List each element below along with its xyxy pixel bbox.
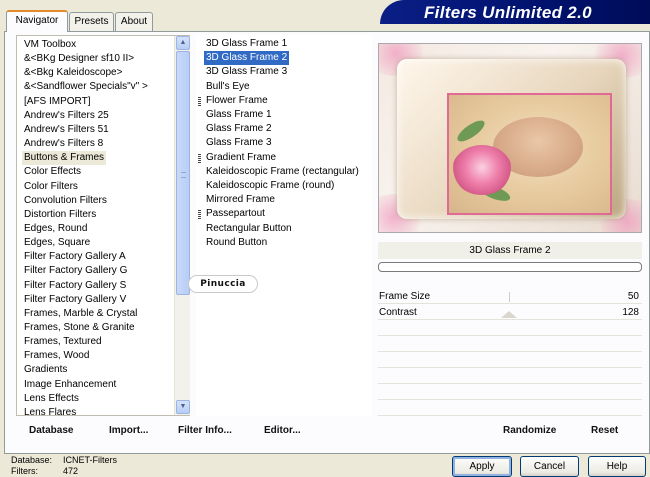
status-value: 472 [63, 466, 79, 476]
reset-button[interactable]: Reset [591, 424, 618, 438]
category-item[interactable]: Filter Factory Gallery G [22, 264, 129, 278]
param-value: 128 [622, 307, 639, 318]
preview-image [378, 43, 642, 233]
category-item[interactable]: Lens Effects [22, 392, 81, 406]
param-row-empty [378, 354, 642, 368]
param-row-empty [378, 402, 642, 416]
param-row-empty [378, 370, 642, 384]
tab-navigator[interactable]: Navigator [6, 10, 68, 32]
filter-item[interactable]: Passepartout [204, 207, 267, 221]
category-item[interactable]: Lens Flares [22, 406, 78, 420]
filter-item[interactable]: Kaleidoscopic Frame (rectangular) [204, 165, 361, 179]
parameter-area: Frame Size 50 Contrast 128 [378, 290, 642, 416]
filter-item[interactable]: Flower Frame [204, 94, 270, 108]
category-scrollbar[interactable]: ▲ ▼ [174, 36, 190, 415]
scroll-thumb[interactable] [176, 51, 190, 295]
filter-info-button[interactable]: Filter Info... [178, 424, 232, 438]
category-item[interactable]: Filter Factory Gallery S [22, 279, 128, 293]
param-frame-size[interactable]: Frame Size 50 [378, 290, 642, 304]
filter-item[interactable]: 3D Glass Frame 1 [204, 37, 289, 51]
status-label: Database: [11, 455, 53, 465]
glass-frame [397, 59, 626, 219]
slider-thumb[interactable] [501, 311, 517, 318]
param-label: Contrast [379, 307, 417, 318]
filter-list[interactable]: 3D Glass Frame 1 3D Glass Frame 2 3D Glass… [196, 35, 372, 416]
editor-button[interactable]: Editor... [264, 424, 301, 438]
param-row-empty [378, 322, 642, 336]
param-contrast[interactable]: Contrast 128 [378, 306, 642, 320]
apply-button[interactable]: Apply [452, 456, 512, 477]
category-item[interactable]: Andrew's Filters 25 [22, 109, 111, 123]
param-label: Frame Size [379, 291, 431, 302]
filter-item[interactable]: Round Button [204, 236, 269, 250]
import-button[interactable]: Import... [109, 424, 148, 438]
database-button[interactable]: Database [29, 424, 73, 438]
watermark-badge: Pinuccia [188, 275, 258, 293]
filter-item[interactable]: Kaleidoscopic Frame (round) [204, 179, 336, 193]
category-item[interactable]: Filter Factory Gallery A [22, 250, 128, 264]
category-item[interactable]: Convolution Filters [22, 194, 109, 208]
category-item[interactable]: [AFS IMPORT] [22, 95, 93, 109]
param-row-empty [378, 386, 642, 400]
category-item[interactable]: Andrew's Filters 8 [22, 137, 105, 151]
category-item[interactable]: Distortion Filters [22, 208, 98, 222]
category-item[interactable]: Color Filters [22, 180, 80, 194]
filter-item[interactable]: Mirrored Frame [204, 193, 277, 207]
category-list[interactable]: VM Toolbox &<BKg Designer sf10 II> &<Bkg K… [16, 35, 190, 418]
category-item[interactable]: &<BKg Designer sf10 II> [22, 52, 136, 66]
filter-item[interactable]: Glass Frame 3 [204, 136, 274, 150]
group-marker-icon [198, 153, 201, 163]
category-item[interactable]: Gradients [22, 363, 69, 377]
filter-item[interactable]: 3D Glass Frame 3 [204, 65, 289, 79]
param-row-empty [378, 338, 642, 352]
preview-filter-name: 3D Glass Frame 2 [378, 242, 642, 259]
category-item[interactable]: Color Effects [22, 165, 83, 179]
filter-item[interactable]: Glass Frame 2 [204, 122, 274, 136]
group-marker-icon [198, 96, 201, 106]
status-label: Filters: [11, 466, 38, 476]
status-database: Database: ICNET-Filters [11, 455, 117, 466]
randomize-button[interactable]: Randomize [503, 424, 556, 438]
filter-item[interactable]: 3D Glass Frame 2 [204, 51, 290, 66]
filter-item[interactable]: Rectangular Button [204, 222, 294, 236]
category-item[interactable]: Frames, Marble & Crystal [22, 307, 139, 321]
category-item[interactable]: Edges, Round [22, 222, 89, 236]
progress-bar [378, 262, 642, 272]
brand-banner: Filters Unlimited 2.0 [380, 0, 650, 24]
filter-item[interactable]: Glass Frame 1 [204, 108, 274, 122]
framed-photo [447, 93, 612, 215]
category-item[interactable]: Frames, Stone & Granite [22, 321, 137, 335]
category-item[interactable]: Frames, Textured [22, 335, 104, 349]
category-item[interactable]: Buttons & Frames [22, 151, 107, 166]
category-item[interactable]: &<Bkg Kaleidoscope> [22, 66, 124, 80]
tab-presets[interactable]: Presets [69, 12, 114, 31]
param-value: 50 [627, 291, 639, 302]
category-item[interactable]: Andrew's Filters 51 [22, 123, 111, 137]
category-item[interactable]: Image Enhancement [22, 378, 118, 392]
group-marker-icon [198, 210, 201, 220]
status-value: ICNET-Filters [63, 455, 117, 465]
help-button[interactable]: Help [588, 456, 646, 477]
scroll-down-button[interactable]: ▼ [176, 400, 190, 414]
tab-about[interactable]: About [115, 12, 153, 31]
cancel-button[interactable]: Cancel [520, 456, 579, 477]
category-item[interactable]: Edges, Square [22, 236, 92, 250]
scroll-up-button[interactable]: ▲ [176, 36, 190, 50]
category-item[interactable]: Frames, Wood [22, 349, 91, 363]
filter-item[interactable]: Bull's Eye [204, 80, 252, 94]
category-item[interactable]: &<Sandflower Specials"v" > [22, 80, 150, 94]
status-filters: Filters: 472 [11, 466, 78, 477]
category-item[interactable]: VM Toolbox [22, 38, 78, 52]
filter-item[interactable]: Gradient Frame [204, 151, 278, 165]
category-item[interactable]: Filter Factory Gallery V [22, 293, 128, 307]
